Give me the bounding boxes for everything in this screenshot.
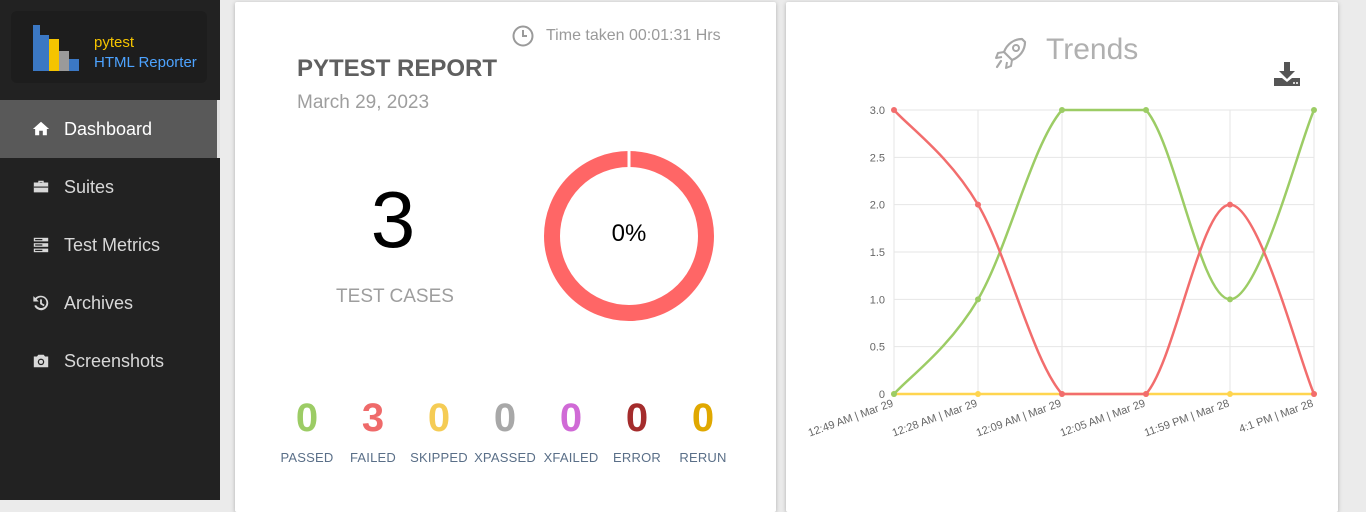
y-tick-label: 3.0 bbox=[870, 105, 885, 117]
x-tick-label: 11:59 PM | Mar 28 bbox=[1143, 398, 1231, 440]
time-taken: Time taken 00:01:31 Hrs bbox=[512, 25, 721, 47]
data-point bbox=[1227, 296, 1233, 303]
report-card: Time taken 00:01:31 Hrs PYTEST REPORT Ma… bbox=[235, 2, 776, 512]
total-test-label: TEST CASES bbox=[336, 286, 454, 307]
y-tick-label: 1.0 bbox=[870, 294, 885, 306]
sidebar-item-label: Screenshots bbox=[64, 350, 165, 371]
data-point bbox=[1227, 201, 1233, 208]
sidebar-item-label: Archives bbox=[64, 292, 134, 313]
sidebar: pytest HTML Reporter Dashboard Suites Te… bbox=[0, 0, 220, 500]
camera-icon bbox=[31, 351, 51, 371]
report-title: PYTEST REPORT bbox=[297, 55, 498, 82]
data-point bbox=[975, 201, 981, 208]
data-point bbox=[891, 391, 897, 397]
y-tick-label: 2.5 bbox=[870, 152, 885, 164]
y-tick-label: 0.5 bbox=[870, 342, 885, 354]
server-icon bbox=[31, 235, 51, 255]
data-point bbox=[1311, 391, 1317, 397]
data-point bbox=[891, 107, 897, 113]
sidebar-item-label: Dashboard bbox=[64, 118, 153, 139]
trend-chart: 00.51.01.52.02.53.012:49 AM | Mar 2912:2… bbox=[807, 105, 1317, 440]
logo[interactable]: pytest HTML Reporter bbox=[11, 11, 207, 83]
stat-label: RERUN bbox=[679, 450, 727, 465]
x-tick-label: 12:05 AM | Mar 29 bbox=[1059, 398, 1147, 440]
data-point bbox=[1143, 107, 1149, 113]
logo-subtitle: HTML Reporter bbox=[94, 54, 197, 71]
clock-icon bbox=[512, 25, 534, 47]
donut-gap bbox=[627, 150, 631, 170]
total-test-count: 3 bbox=[370, 175, 416, 264]
trends-card: Trends 0 0.5 1.0 1.5 2.0 2.5 3.0 12:49 AM | Mar… bbox=[786, 2, 1338, 512]
sidebar-item-archives[interactable]: Archives bbox=[0, 274, 220, 332]
time-taken-text: Time taken 00:01:31 Hrs bbox=[546, 27, 721, 44]
stat-value: 0 bbox=[691, 396, 715, 440]
sidebar-nav: Dashboard Suites Test Metrics Archives S… bbox=[0, 100, 220, 390]
logo-bars-icon bbox=[33, 25, 79, 71]
data-point bbox=[1143, 391, 1149, 397]
y-tick-label: 2.0 bbox=[870, 200, 885, 212]
sidebar-item-suites[interactable]: Suites bbox=[0, 158, 220, 216]
report-date: March 29, 2023 bbox=[297, 92, 430, 113]
stat-rerun[interactable]: 0 RERUN bbox=[663, 395, 743, 465]
pass-rate-percent: 0% bbox=[611, 220, 647, 247]
y-tick-label: 1.5 bbox=[870, 247, 885, 259]
data-point bbox=[975, 296, 981, 303]
x-tick-label: 12:49 AM | Mar 29 bbox=[807, 398, 895, 440]
sidebar-item-dashboard[interactable]: Dashboard bbox=[0, 100, 220, 158]
data-point bbox=[1227, 391, 1233, 397]
x-tick-label: 12:28 AM | Mar 29 bbox=[891, 398, 979, 440]
logo-title: pytest bbox=[94, 34, 135, 51]
home-icon bbox=[31, 119, 51, 139]
x-tick-label: 4:1 PM | Mar 28 bbox=[1238, 398, 1315, 436]
briefcase-icon bbox=[31, 177, 51, 197]
data-point bbox=[1059, 107, 1065, 113]
sidebar-item-label: Suites bbox=[64, 176, 115, 197]
sidebar-item-screenshots[interactable]: Screenshots bbox=[0, 332, 220, 390]
data-point bbox=[1059, 391, 1065, 397]
x-tick-label: 12:09 AM | Mar 29 bbox=[975, 398, 1063, 440]
sidebar-item-label: Test Metrics bbox=[64, 234, 161, 255]
data-point bbox=[975, 391, 981, 397]
data-point bbox=[1311, 107, 1317, 113]
sidebar-item-test-metrics[interactable]: Test Metrics bbox=[0, 216, 220, 274]
history-icon bbox=[31, 293, 51, 313]
